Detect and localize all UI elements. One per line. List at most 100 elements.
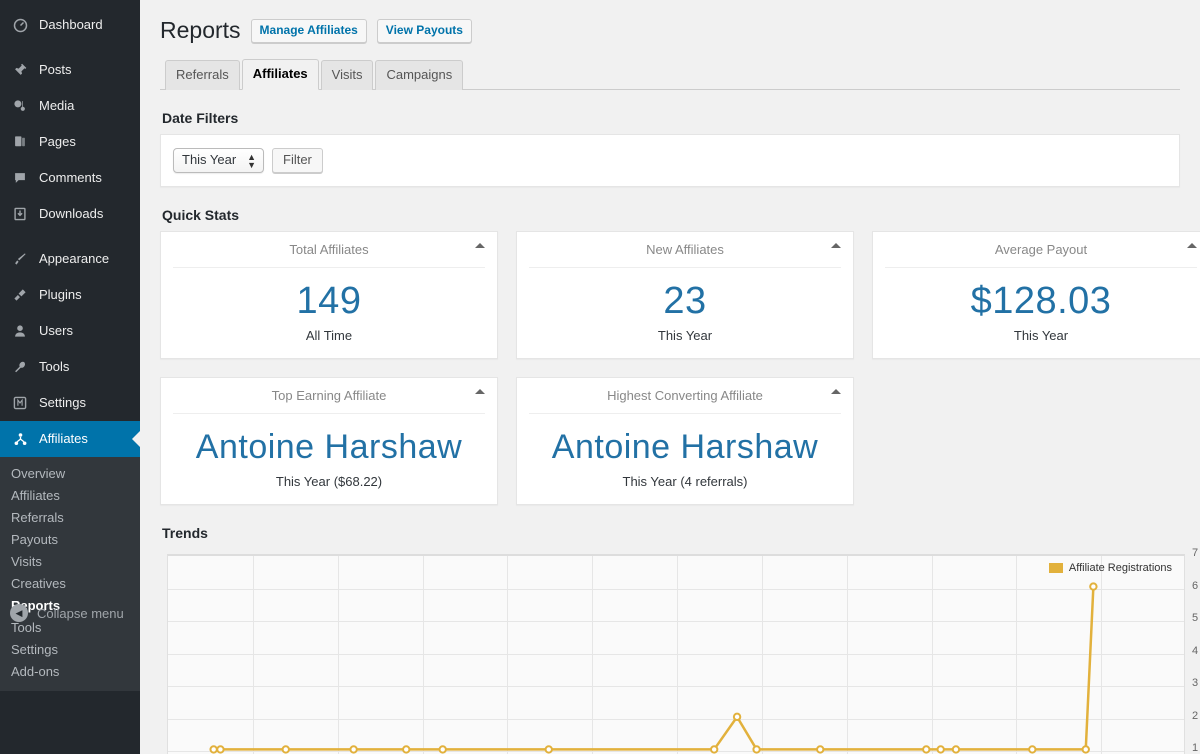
stat-card-body: Antoine Harshaw This Year (4 referrals) xyxy=(517,414,853,504)
chart-data-point[interactable] xyxy=(544,745,553,754)
date-range-select-wrapper: This Year ▲ ▼ xyxy=(173,148,264,173)
pages-icon xyxy=(10,132,30,152)
chart-data-point[interactable] xyxy=(709,745,719,754)
sidebar-item-label: Appearance xyxy=(39,251,110,266)
collapse-menu-button[interactable]: ◀ Collapse menu xyxy=(0,596,140,630)
chart-data-point[interactable] xyxy=(349,745,358,754)
chart-series-layer xyxy=(209,582,1098,754)
chart-data-point[interactable] xyxy=(1028,745,1037,754)
chart-line xyxy=(213,586,1095,751)
submenu-item-affiliates[interactable]: Affiliates xyxy=(0,485,140,507)
submenu-item-settings[interactable]: Settings xyxy=(0,639,140,661)
chevron-left-circle-icon: ◀ xyxy=(10,604,28,622)
collapse-triangle-icon[interactable] xyxy=(475,243,485,248)
stat-card-header: Top Earning Affiliate xyxy=(173,378,485,414)
admin-sidebar: Dashboard Posts Media Pages Comments Dow… xyxy=(0,0,140,754)
submenu-item-add-ons[interactable]: Add-ons xyxy=(0,661,140,683)
wrench-icon xyxy=(10,357,30,377)
chart-data-point[interactable] xyxy=(752,745,761,754)
chart-y-tick-label: 4 xyxy=(1192,644,1199,657)
affiliates-icon xyxy=(10,429,30,449)
date-filters-panel: This Year ▲ ▼ Filter xyxy=(160,134,1180,187)
stat-card-title: Top Earning Affiliate xyxy=(271,388,387,403)
quick-stats-heading: Quick Stats xyxy=(162,207,240,223)
plug-icon xyxy=(10,285,30,305)
affiliates-submenu: Overview Affiliates Referrals Payouts Vi… xyxy=(0,457,140,691)
sidebar-item-settings[interactable]: Settings xyxy=(0,385,140,421)
menu-divider xyxy=(0,232,140,241)
sidebar-item-appearance[interactable]: Appearance xyxy=(0,241,140,277)
collapse-triangle-icon[interactable] xyxy=(831,389,841,394)
sidebar-item-media[interactable]: Media xyxy=(0,88,140,124)
sidebar-item-label: Media xyxy=(39,98,75,113)
stat-card-top-earning-affiliate: Top Earning Affiliate Antoine Harshaw Th… xyxy=(160,377,498,505)
sidebar-item-posts[interactable]: Posts xyxy=(0,52,140,88)
menu-divider xyxy=(0,43,140,52)
sidebar-item-tools[interactable]: Tools xyxy=(0,349,140,385)
tab-affiliates[interactable]: Affiliates xyxy=(241,59,319,90)
legend-label: Affiliate Registrations xyxy=(1068,562,1172,574)
chart-data-point[interactable] xyxy=(402,745,411,754)
chart-data-point[interactable] xyxy=(281,745,290,754)
tab-campaigns[interactable]: Campaigns xyxy=(375,60,464,90)
stat-card-value: Antoine Harshaw xyxy=(195,428,463,466)
chart-data-point[interactable] xyxy=(816,745,825,754)
sidebar-item-users[interactable]: Users xyxy=(0,313,140,349)
stat-card-total-affiliates: Total Affiliates 149 All Time xyxy=(160,231,498,359)
sidebar-item-label: Users xyxy=(39,323,73,338)
sidebar-menu: Dashboard Posts Media Pages Comments Dow… xyxy=(0,0,140,691)
submenu-item-overview[interactable]: Overview xyxy=(0,463,140,485)
stat-card-title: Total Affiliates xyxy=(289,242,369,257)
chart-data-point[interactable] xyxy=(732,712,742,722)
stat-card-average-payout: Average Payout $128.03 This Year xyxy=(872,231,1200,359)
user-icon xyxy=(10,321,30,341)
stat-card-title: Average Payout xyxy=(994,242,1088,257)
collapse-triangle-icon[interactable] xyxy=(1187,243,1197,248)
sidebar-item-comments[interactable]: Comments xyxy=(0,160,140,196)
view-payouts-button[interactable]: View Payouts xyxy=(376,18,472,43)
stat-card-body: Antoine Harshaw This Year ($68.22) xyxy=(161,414,497,504)
trends-heading: Trends xyxy=(162,525,208,541)
date-filters-heading: Date Filters xyxy=(162,110,239,126)
date-range-select[interactable]: This Year xyxy=(173,148,264,173)
chart-data-point[interactable] xyxy=(936,745,945,754)
chart-data-point[interactable] xyxy=(951,745,961,754)
sidebar-item-label: Settings xyxy=(39,395,86,410)
chart-y-tick-label: 2 xyxy=(1192,709,1199,722)
submenu-item-payouts[interactable]: Payouts xyxy=(0,529,140,551)
media-icon xyxy=(10,96,30,116)
sidebar-item-pages[interactable]: Pages xyxy=(0,124,140,160)
stat-card-value: 149 xyxy=(296,280,362,322)
dashboard-icon xyxy=(10,15,30,35)
stat-card-value: Antoine Harshaw xyxy=(551,428,819,466)
filter-button[interactable]: Filter xyxy=(272,148,323,173)
tab-referrals[interactable]: Referrals xyxy=(165,60,240,90)
manage-affiliates-button[interactable]: Manage Affiliates xyxy=(250,18,367,43)
stat-card-subtitle: This Year (4 referrals) xyxy=(622,474,748,489)
chart-data-point[interactable] xyxy=(216,745,225,754)
trends-chart: Affiliate Registrations 01234567 Jan 201… xyxy=(160,547,1200,754)
sidebar-item-affiliates[interactable]: Affiliates xyxy=(0,421,140,457)
submenu-item-visits[interactable]: Visits xyxy=(0,551,140,573)
stat-card-title: New Affiliates xyxy=(646,242,724,257)
collapse-triangle-icon[interactable] xyxy=(475,389,485,394)
chart-data-point[interactable] xyxy=(209,745,218,754)
collapse-triangle-icon[interactable] xyxy=(831,243,841,248)
sidebar-item-label: Comments xyxy=(39,170,102,185)
sidebar-item-downloads[interactable]: Downloads xyxy=(0,196,140,232)
submenu-item-referrals[interactable]: Referrals xyxy=(0,507,140,529)
chart-data-point[interactable] xyxy=(1089,582,1098,591)
sidebar-item-plugins[interactable]: Plugins xyxy=(0,277,140,313)
stat-card-header: Highest Converting Affiliate xyxy=(529,378,841,414)
chart-data-point[interactable] xyxy=(1081,745,1090,754)
chart-data-point[interactable] xyxy=(438,745,447,754)
stat-card-body: 149 All Time xyxy=(161,268,497,358)
tab-visits[interactable]: Visits xyxy=(320,60,374,90)
stat-card-header: Total Affiliates xyxy=(173,232,485,268)
chart-y-axis: 01234567 xyxy=(1192,547,1200,754)
sidebar-item-dashboard[interactable]: Dashboard xyxy=(0,7,140,43)
chart-data-point[interactable] xyxy=(922,745,931,754)
stat-card-highest-converting-affiliate: Highest Converting Affiliate Antoine Har… xyxy=(516,377,854,505)
submenu-item-creatives[interactable]: Creatives xyxy=(0,573,140,595)
main-content: Reports Manage Affiliates View Payouts R… xyxy=(140,0,1200,754)
